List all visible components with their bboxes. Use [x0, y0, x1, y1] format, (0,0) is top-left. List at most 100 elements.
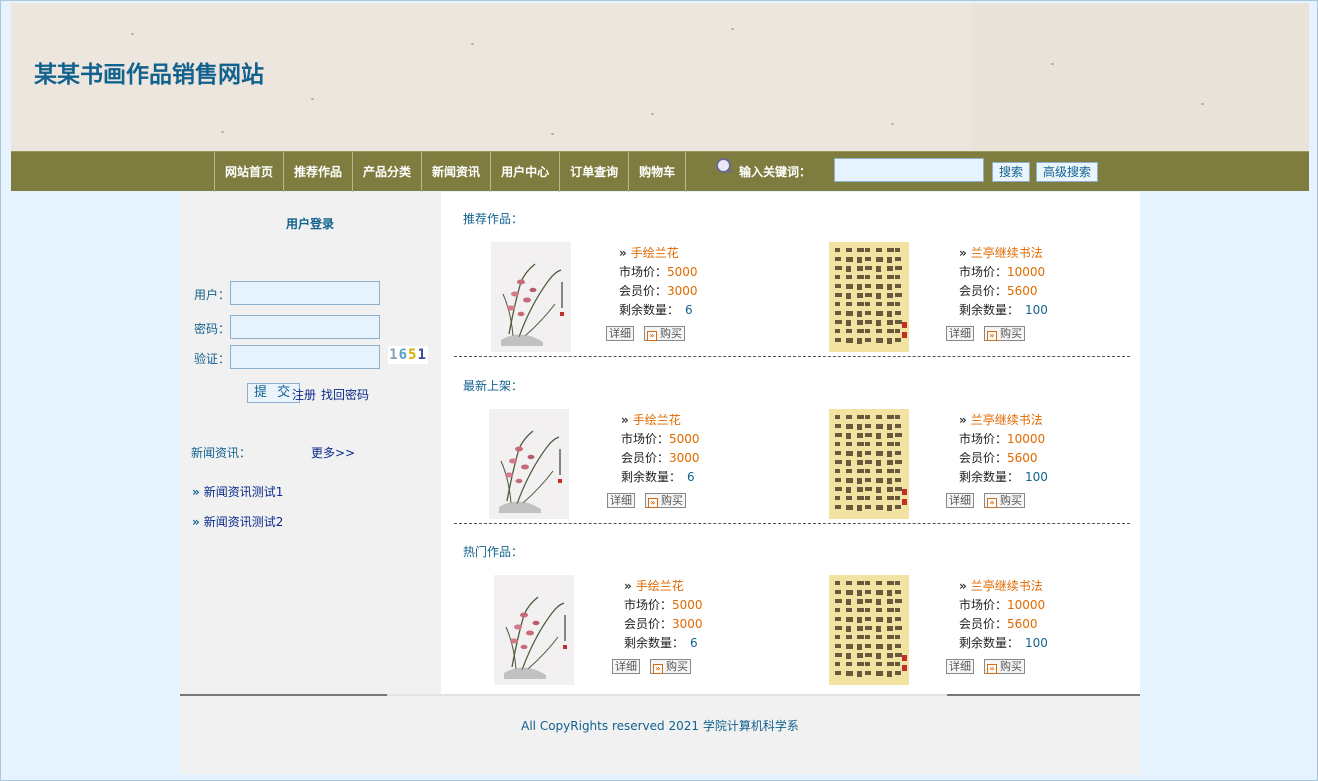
nav-cart[interactable]: 购物车	[628, 152, 687, 192]
double-arrow-icon: »	[653, 664, 663, 674]
buy-button[interactable]: » 购买	[984, 326, 1025, 341]
market-price-row: 市场价：10000	[959, 432, 1046, 446]
member-price: 5600	[1007, 617, 1038, 631]
market-price: 10000	[1007, 598, 1046, 612]
banner-texture	[971, 3, 1309, 151]
footer: All CopyRights reserved 2021 学院计算机科学系	[180, 694, 1140, 774]
double-arrow-icon: »	[648, 498, 658, 508]
news-item[interactable]: » 新闻资讯测试1	[192, 483, 283, 500]
nav-user-center[interactable]: 用户中心	[490, 152, 559, 192]
market-price-row: 市场价：5000	[624, 598, 703, 612]
nav-categories[interactable]: 产品分类	[352, 152, 421, 192]
keyword-label: 输入关键词：	[739, 165, 812, 179]
member-price-row: 会员价：5600	[959, 451, 1038, 465]
stock-count: 6	[687, 470, 695, 484]
member-price-row: 会员价：5600	[959, 617, 1038, 631]
market-price: 5000	[667, 265, 698, 279]
calligraphy-image[interactable]	[829, 242, 909, 352]
calligraphy-image[interactable]	[829, 575, 909, 685]
double-arrow-icon: »	[959, 579, 967, 593]
market-price: 5000	[669, 432, 700, 446]
section-divider	[454, 523, 1130, 524]
captcha-field[interactable]	[230, 345, 380, 369]
password-field[interactable]	[230, 315, 380, 339]
double-arrow-icon: »	[987, 664, 997, 674]
news-item[interactable]: » 新闻资讯测试2	[192, 513, 283, 530]
buy-button[interactable]: » 购买	[645, 493, 686, 508]
product-name-link[interactable]: » 手绘兰花	[621, 411, 681, 428]
orchid-painting-image[interactable]	[489, 409, 569, 519]
search-button[interactable]: 搜索	[992, 162, 1031, 182]
detail-button[interactable]: 详细	[612, 659, 640, 674]
nav-order-query[interactable]: 订单查询	[559, 152, 628, 192]
member-price: 3000	[672, 617, 703, 631]
site-title: 某某书画作品销售网站	[34, 62, 264, 88]
main-content: 推荐作品： » 手绘兰花市场价：5000 会员价：3000 剩余数量： 6 详细 » 购买 » 兰亭…	[441, 192, 1140, 694]
double-arrow-icon: »	[959, 246, 967, 260]
product-name-link[interactable]: » 兰亭继续书法	[959, 577, 1043, 594]
section-title: 热门作品：	[463, 545, 524, 559]
member-price: 5600	[1007, 284, 1038, 298]
nav-home[interactable]: 网站首页	[214, 152, 283, 192]
login-title: 用户登录	[286, 217, 335, 231]
stock-count-row: 剩余数量： 6	[619, 303, 693, 317]
product-name-link[interactable]: » 手绘兰花	[624, 577, 684, 594]
buy-button[interactable]: » 购买	[984, 493, 1025, 508]
detail-button[interactable]: 详细	[606, 326, 634, 341]
orchid-painting-image[interactable]	[491, 242, 571, 352]
nav-recommended[interactable]: 推荐作品	[283, 152, 352, 192]
password-label: 密码：	[194, 322, 231, 336]
buy-button[interactable]: » 购买	[644, 326, 685, 341]
calligraphy-image[interactable]	[829, 409, 909, 519]
double-arrow-icon: »	[959, 413, 967, 427]
register-link[interactable]: 注册	[292, 386, 316, 403]
double-arrow-icon: »	[987, 331, 997, 341]
stock-count-row: 剩余数量： 6	[621, 470, 695, 484]
product-name-link[interactable]: » 兰亭继续书法	[959, 244, 1043, 261]
captcha-image[interactable]: 1651	[388, 346, 428, 364]
username-field[interactable]	[230, 281, 380, 305]
section-title: 推荐作品：	[463, 212, 524, 226]
recover-password-link[interactable]: 找回密码	[321, 386, 369, 403]
double-arrow-icon: »	[192, 485, 200, 499]
keyword-search-input[interactable]	[834, 158, 984, 182]
stock-count: 6	[690, 636, 698, 650]
member-price-row: 会员价：3000	[619, 284, 698, 298]
stock-count-row: 剩余数量： 100	[959, 303, 1048, 317]
detail-button[interactable]: 详细	[607, 493, 635, 508]
double-arrow-icon: »	[192, 515, 200, 529]
copyright-text: All CopyRights reserved 2021 学院计算机科学系	[521, 719, 799, 733]
nav-news[interactable]: 新闻资讯	[421, 152, 490, 192]
market-price-row: 市场价：10000	[959, 265, 1046, 279]
product-name-link[interactable]: » 手绘兰花	[619, 244, 679, 261]
member-price: 3000	[669, 451, 700, 465]
double-arrow-icon: »	[987, 498, 997, 508]
orchid-painting-image[interactable]	[494, 575, 574, 685]
advanced-search-button[interactable]: 高级搜索	[1036, 162, 1099, 182]
market-price: 10000	[1007, 265, 1046, 279]
stock-count: 100	[1025, 470, 1048, 484]
detail-button[interactable]: 详细	[946, 659, 974, 674]
buy-button[interactable]: » 购买	[650, 659, 691, 674]
detail-button[interactable]: 详细	[946, 326, 974, 341]
member-price: 3000	[667, 284, 698, 298]
member-price-row: 会员价：5600	[959, 284, 1038, 298]
main-navbar: 网站首页 推荐作品 产品分类 新闻资讯 用户中心 订单查询 购物车 输入关键词：…	[11, 151, 1309, 192]
stock-count: 100	[1025, 303, 1048, 317]
verify-label: 验证：	[194, 352, 231, 366]
double-arrow-icon: »	[647, 331, 657, 341]
double-arrow-icon: »	[624, 579, 632, 593]
nav-menu: 网站首页 推荐作品 产品分类 新闻资讯 用户中心 订单查询 购物车	[214, 152, 687, 192]
double-arrow-icon: »	[619, 246, 627, 260]
market-price-row: 市场价：10000	[959, 598, 1046, 612]
member-price: 5600	[1007, 451, 1038, 465]
product-name-link[interactable]: » 兰亭继续书法	[959, 411, 1043, 428]
market-price: 5000	[672, 598, 703, 612]
detail-button[interactable]: 详细	[946, 493, 974, 508]
buy-button[interactable]: » 购买	[984, 659, 1025, 674]
stock-count: 6	[685, 303, 693, 317]
stock-count-row: 剩余数量： 100	[959, 470, 1048, 484]
stock-count-row: 剩余数量： 6	[624, 636, 698, 650]
news-more-link[interactable]: 更多>>	[311, 444, 355, 461]
section-divider	[454, 356, 1130, 357]
